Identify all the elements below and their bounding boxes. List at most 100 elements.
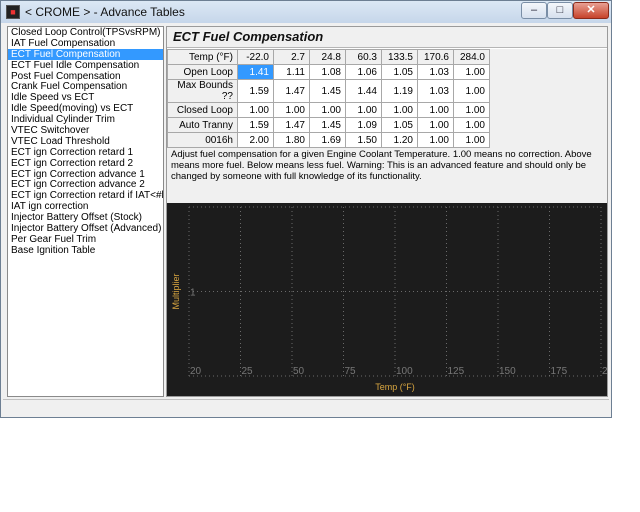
sidebar-item[interactable]: ECT ign Correction advance 1 <box>8 169 163 180</box>
x-tick-label: 150 <box>499 366 516 377</box>
table-cell[interactable]: 1.00 <box>453 132 490 148</box>
sidebar-item[interactable]: Injector Battery Offset (Advanced) <box>8 223 163 234</box>
row-label: Open Loop <box>167 64 238 80</box>
table-header-row: Temp (°F) -22.0 2.7 24.8 60.3 133.5 170.6 284.0 <box>167 49 490 65</box>
title-bar[interactable]: ■ < CROME > - Advance Tables – □ ✕ <box>1 1 611 23</box>
sidebar-item[interactable]: VTEC Load Threshold <box>8 136 163 147</box>
table-cell[interactable]: 1.00 <box>453 102 490 118</box>
column-header: 24.8 <box>309 49 346 65</box>
sidebar-item[interactable]: Injector Battery Offset (Stock) <box>8 212 163 223</box>
table-cell[interactable]: 1.00 <box>309 102 346 118</box>
table-cell[interactable]: 1.00 <box>453 64 490 80</box>
table-cell[interactable]: 1.47 <box>273 79 310 103</box>
app-logo-icon[interactable]: ■ <box>6 5 20 19</box>
table-cell[interactable]: 1.00 <box>417 117 454 133</box>
column-header: 2.7 <box>273 49 310 65</box>
sidebar-item[interactable]: Individual Cylinder Trim <box>8 114 163 125</box>
table-cell[interactable]: 1.69 <box>309 132 346 148</box>
x-tick-label: 50 <box>293 366 305 377</box>
table-cell[interactable]: 1.00 <box>453 79 490 103</box>
y-tick-label: 1 <box>190 288 196 299</box>
sidebar-item[interactable]: Idle Speed vs ECT <box>8 92 163 103</box>
sidebar-item[interactable]: IAT Fuel Compensation <box>8 38 163 49</box>
sidebar-item[interactable]: ECT ign Correction retard 1 <box>8 147 163 158</box>
table-cell[interactable]: 1.05 <box>381 117 418 133</box>
sidebar-item[interactable]: Per Gear Fuel Trim <box>8 234 163 245</box>
table-cell[interactable]: 1.03 <box>417 79 454 103</box>
table-row: Max Bounds ?? 1.59 1.47 1.45 1.44 1.19 1.03 1.0… <box>167 79 490 103</box>
table-row: Closed Loop 1.00 1.00 1.00 1.00 1.00 1.00 1.00 <box>167 102 490 118</box>
x-tick-label: 75 <box>345 366 357 377</box>
table-cell[interactable]: 1.09 <box>345 117 382 133</box>
table-list[interactable]: Closed Loop Control(TPSvsRPM) IAT Fuel Co… <box>7 26 164 397</box>
chart-svg: 20 25 50 75 100 125 150 175 200 1 Temp (°F) Multipl… <box>167 203 619 396</box>
chart-background <box>167 203 607 396</box>
sidebar-item[interactable]: Crank Fuel Compensation <box>8 81 163 93</box>
sidebar-item[interactable]: ECT Fuel Compensation <box>8 48 163 60</box>
table-cell[interactable]: 1.45 <box>309 117 346 133</box>
column-header: 133.5 <box>381 49 418 65</box>
compensation-table[interactable]: Temp (°F) -22.0 2.7 24.8 60.3 133.5 170.6 284.0… <box>167 49 490 148</box>
table-cell[interactable]: 1.00 <box>453 117 490 133</box>
x-tick-label: 200 <box>602 366 607 377</box>
y-axis-label: Multiplier <box>171 273 181 309</box>
table-cell[interactable]: 1.00 <box>273 102 310 118</box>
sidebar-item[interactable]: Post Fuel Compensation <box>8 71 163 82</box>
header-axis-label: Temp (°F) <box>167 49 238 65</box>
sidebar-item[interactable]: Base Ignition Table <box>8 245 163 256</box>
x-tick-label: 20 <box>190 366 202 377</box>
maximize-button[interactable]: □ <box>547 2 573 19</box>
table-cell[interactable]: 1.80 <box>273 132 310 148</box>
sidebar-item[interactable]: ECT ign Correction retard 2 <box>8 158 163 169</box>
column-header: -22.0 <box>237 49 274 65</box>
status-bar <box>3 399 609 416</box>
table-cell[interactable]: 1.05 <box>381 64 418 80</box>
column-header: 60.3 <box>345 49 382 65</box>
table-row: Auto Tranny 1.59 1.47 1.45 1.09 1.05 1.00 1.00 <box>167 117 490 133</box>
table-cell[interactable]: 1.50 <box>345 132 382 148</box>
sidebar-item[interactable]: ECT ign Correction advance 2 <box>8 179 163 191</box>
advance-tables-window: ■ < CROME > - Advance Tables – □ ✕ Close… <box>0 0 619 418</box>
table-cell[interactable]: 1.11 <box>273 64 310 80</box>
table-cell[interactable]: 1.20 <box>381 132 418 148</box>
table-cell[interactable]: 1.06 <box>345 64 382 80</box>
x-tick-label: 175 <box>551 366 568 377</box>
row-label: Max Bounds ?? <box>167 79 238 103</box>
x-tick-label: 25 <box>242 366 254 377</box>
x-tick-label: 100 <box>396 366 413 377</box>
minimize-button[interactable]: – <box>521 2 547 19</box>
column-header: 284.0 <box>453 49 490 65</box>
sidebar-item[interactable]: ECT Fuel Idle Compensation <box>8 60 163 71</box>
x-axis-label: Temp (°F) <box>375 382 415 392</box>
table-cell[interactable]: 1.41 <box>237 64 274 80</box>
table-description: Adjust fuel compensation for a given Eng… <box>171 149 592 182</box>
table-cell[interactable]: 1.47 <box>273 117 310 133</box>
table-cell[interactable]: 1.59 <box>237 79 274 103</box>
row-label: 0016h <box>167 132 238 148</box>
sidebar-item[interactable]: IAT ign correction <box>8 201 163 212</box>
table-cell[interactable]: 1.19 <box>381 79 418 103</box>
table-cell[interactable]: 1.03 <box>417 64 454 80</box>
sidebar-item[interactable]: Closed Loop Control(TPSvsRPM) <box>8 27 163 38</box>
table-cell[interactable]: 1.08 <box>309 64 346 80</box>
sidebar-item[interactable]: Idle Speed(moving) vs ECT <box>8 103 163 114</box>
table-cell[interactable]: 1.59 <box>237 117 274 133</box>
table-cell[interactable]: 1.45 <box>309 79 346 103</box>
table-editor-panel: ECT Fuel Compensation Temp (°F) -22.0 2.7 2… <box>166 26 619 397</box>
table-cell[interactable]: 1.00 <box>417 102 454 118</box>
sidebar-item[interactable]: VTEC Switchover <box>8 125 163 136</box>
table-cell[interactable]: 1.00 <box>417 132 454 148</box>
x-tick-label: 125 <box>448 366 465 377</box>
row-label: Auto Tranny <box>167 117 238 133</box>
row-label: Closed Loop <box>167 102 238 118</box>
close-button[interactable]: ✕ <box>573 2 609 19</box>
window-title: < CROME > - Advance Tables <box>25 5 185 19</box>
table-cell[interactable]: 1.00 <box>381 102 418 118</box>
table-row: 0016h 2.00 1.80 1.69 1.50 1.20 1.00 1.00 <box>167 132 490 148</box>
table-cell[interactable]: 2.00 <box>237 132 274 148</box>
sidebar-item[interactable]: ECT ign Correction retard if IAT<#b5h <box>8 190 163 201</box>
table-cell[interactable]: 1.00 <box>345 102 382 118</box>
page-title: ECT Fuel Compensation <box>173 29 324 44</box>
table-cell[interactable]: 1.00 <box>237 102 274 118</box>
table-cell[interactable]: 1.44 <box>345 79 382 103</box>
